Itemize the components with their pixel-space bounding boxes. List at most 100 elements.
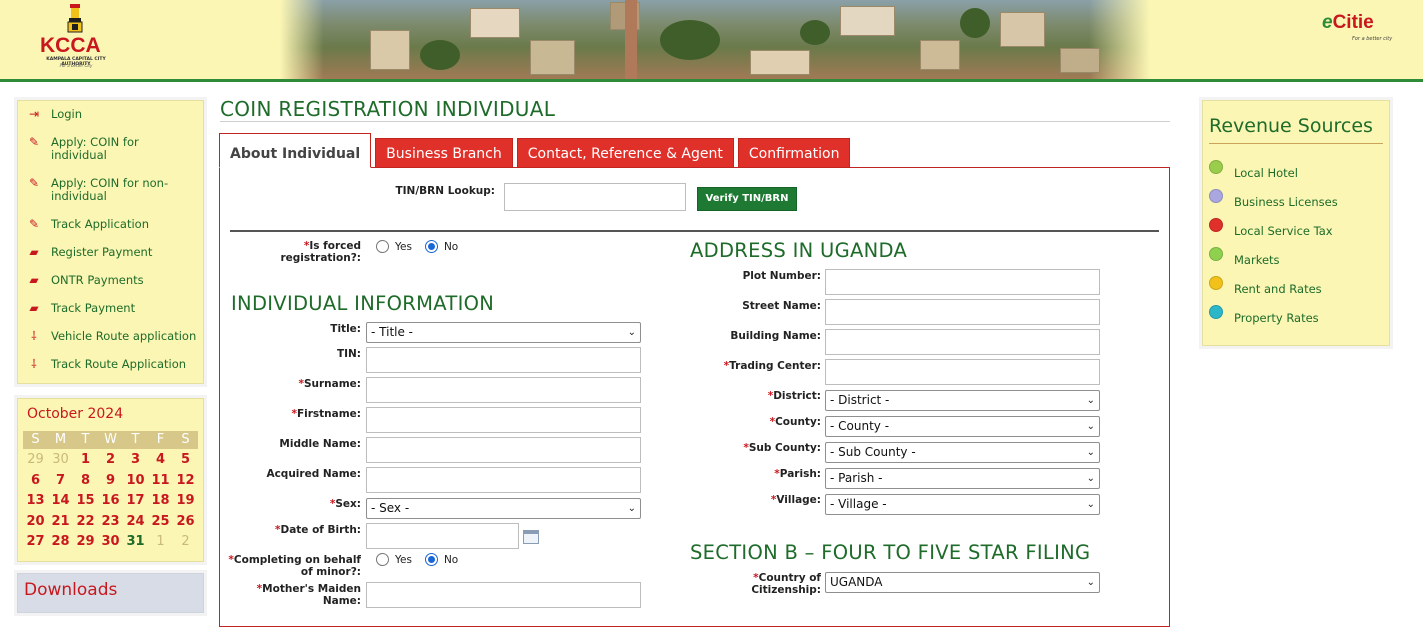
calendar-day[interactable]: 25 [148, 511, 173, 532]
menu-item-vehicle-route[interactable]: ⸸ Vehicle Route application [18, 329, 203, 357]
tab-contact-reference-agent[interactable]: Contact, Reference & Agent [516, 138, 734, 168]
trading-center-input[interactable] [825, 359, 1100, 385]
calendar-day[interactable]: 17 [123, 490, 148, 511]
ecitie-logo[interactable]: eCitie For a better city [1318, 8, 1394, 52]
calendar-day[interactable]: 12 [173, 470, 198, 491]
sub-county-select[interactable]: - Sub County - ⌄ [825, 442, 1100, 463]
sex-select[interactable]: - Sex - ⌄ [366, 498, 641, 519]
calendar-day[interactable]: 27 [23, 531, 48, 552]
calendar-day[interactable]: 23 [98, 511, 123, 532]
tab-confirmation[interactable]: Confirmation [737, 138, 851, 168]
title-select-value: - Title - [371, 325, 414, 339]
calendar-day[interactable]: 7 [48, 470, 73, 491]
ecitie-logo-e: e [1322, 12, 1333, 33]
revenue-sources-list: Local Hotel Business Licenses Local Servic… [1209, 156, 1383, 330]
firstname-input[interactable] [366, 407, 641, 433]
calendar-day[interactable]: 11 [148, 470, 173, 491]
forced-yes-radio[interactable] [376, 240, 389, 253]
building-name-input[interactable] [825, 329, 1100, 355]
calendar-day[interactable]: 10 [123, 470, 148, 491]
calendar-day[interactable]: 18 [148, 490, 173, 511]
ecitie-logo-text: eCitie [1322, 12, 1374, 34]
revenue-sources-title: Revenue Sources [1209, 115, 1383, 144]
calendar-day[interactable]: 29 [73, 531, 98, 552]
revenue-source-item[interactable]: Local Hotel [1209, 156, 1383, 185]
calendar-day[interactable]: 19 [173, 490, 198, 511]
calendar-day[interactable]: 14 [48, 490, 73, 511]
plot-number-label: Plot Number: [742, 270, 821, 282]
calendar-day[interactable]: 20 [23, 511, 48, 532]
revenue-source-item[interactable]: Rent and Rates [1209, 272, 1383, 301]
calendar-day[interactable]: 24 [123, 511, 148, 532]
tab-business-branch[interactable]: Business Branch [375, 138, 513, 168]
district-label-text: District: [773, 390, 821, 402]
tin-brn-lookup-input[interactable] [504, 183, 686, 211]
downloads-title[interactable]: Downloads [18, 574, 203, 606]
revenue-source-label: Property Rates [1234, 310, 1319, 325]
calendar-day[interactable]: 26 [173, 511, 198, 532]
calendar-day[interactable]: 6 [23, 470, 48, 491]
edit-icon: ✎ [28, 176, 40, 190]
calendar-day[interactable]: 1 [148, 531, 173, 552]
dob-label-text: Date of Birth: [280, 524, 361, 536]
revenue-source-item[interactable]: Property Rates [1209, 301, 1383, 330]
calendar-day[interactable]: 28 [48, 531, 73, 552]
minor-no-radio[interactable] [424, 553, 438, 566]
middlename-input[interactable] [366, 437, 641, 463]
menu-item-apply-non-individual[interactable]: ✎ Apply: COIN for non-individual [18, 176, 203, 217]
surname-input[interactable] [366, 377, 641, 403]
menu-item-track-payment[interactable]: ▰ Track Payment [18, 301, 203, 329]
kcca-logo[interactable]: KCCA KAMPALA CAPITAL CITY AUTHORITY For … [34, 4, 118, 70]
mothers-maiden-name-input[interactable] [366, 582, 641, 608]
calendar-day[interactable]: 1 [73, 449, 98, 470]
country-of-citizenship-select[interactable]: UGANDA ⌄ [825, 572, 1100, 593]
calendar-day[interactable]: 5 [173, 449, 198, 470]
menu-item-ontr-payments[interactable]: ▰ ONTR Payments [18, 273, 203, 301]
calendar-day[interactable]: 30 [98, 531, 123, 552]
menu-item-track-application[interactable]: ✎ Track Application [18, 217, 203, 245]
calendar-day[interactable]: 2 [173, 531, 198, 552]
tin-input[interactable] [366, 347, 641, 373]
county-select[interactable]: - County - ⌄ [825, 416, 1100, 437]
title-select[interactable]: - Title - ⌄ [366, 322, 641, 343]
tab-about-individual[interactable]: About Individual [219, 133, 372, 168]
calendar-day[interactable]: 21 [48, 511, 73, 532]
calendar-day[interactable]: 9 [98, 470, 123, 491]
calendar-weekday: T [123, 431, 148, 449]
parish-select[interactable]: - Parish - ⌄ [825, 468, 1100, 489]
menu-item-apply-individual[interactable]: ✎ Apply: COIN for individual [18, 135, 203, 176]
plot-number-input[interactable] [825, 269, 1100, 295]
acquired-name-input[interactable] [366, 467, 641, 493]
menu-item-label: Track Route Application [51, 357, 187, 371]
calendar-day[interactable]: 8 [73, 470, 98, 491]
street-name-input[interactable] [825, 299, 1100, 325]
verify-tin-brn-button[interactable]: Verify TIN/BRN [697, 187, 797, 211]
calendar-day[interactable]: 16 [98, 490, 123, 511]
revenue-source-icon [1209, 246, 1223, 261]
calendar-day[interactable]: 30 [48, 449, 73, 470]
menu-item-label: Register Payment [51, 245, 153, 259]
calendar-day[interactable]: 2 [98, 449, 123, 470]
district-select[interactable]: - District - ⌄ [825, 390, 1100, 411]
menu-item-login[interactable]: ⇥ Login [18, 107, 203, 135]
village-select[interactable]: - Village - ⌄ [825, 494, 1100, 515]
calendar-day[interactable]: 13 [23, 490, 48, 511]
dob-input[interactable] [366, 523, 519, 549]
calendar-day[interactable]: 29 [23, 449, 48, 470]
edit-icon: ✎ [28, 135, 40, 149]
calendar-day[interactable]: 31 [123, 531, 148, 552]
menu-item-register-payment[interactable]: ▰ Register Payment [18, 245, 203, 273]
calendar-picker-icon[interactable] [523, 530, 539, 544]
minor-yes-radio[interactable] [376, 553, 389, 566]
revenue-source-item[interactable]: Business Licenses [1209, 185, 1383, 214]
sub-county-label: *Sub County: [743, 442, 821, 454]
calendar-day[interactable]: 4 [148, 449, 173, 470]
revenue-source-item[interactable]: Markets [1209, 243, 1383, 272]
menu-item-track-route[interactable]: ⸸ Track Route Application [18, 357, 203, 385]
calendar-day[interactable]: 15 [73, 490, 98, 511]
calendar-day[interactable]: 22 [73, 511, 98, 532]
revenue-source-item[interactable]: Local Service Tax [1209, 214, 1383, 243]
minor-label-text: Completing on behalf of minor?: [233, 554, 361, 578]
forced-no-radio[interactable] [424, 240, 438, 253]
calendar-day[interactable]: 3 [123, 449, 148, 470]
